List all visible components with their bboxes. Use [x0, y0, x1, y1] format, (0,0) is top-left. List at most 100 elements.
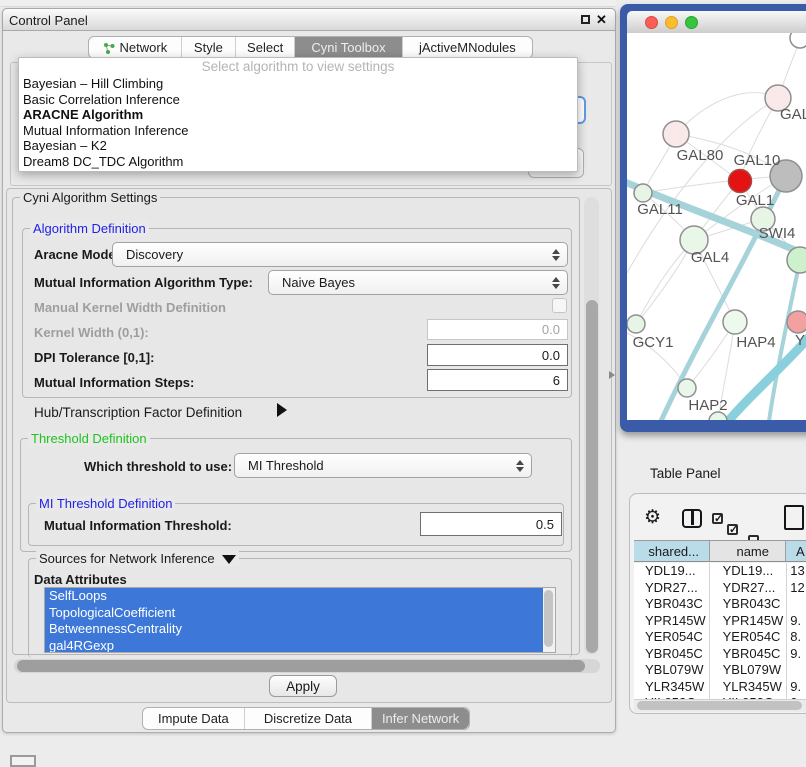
cell: YLR345W	[710, 679, 788, 696]
close-traffic-light[interactable]	[645, 16, 658, 29]
cell: YER054C	[634, 629, 710, 646]
apply-button[interactable]: Apply	[269, 675, 337, 697]
tab-label: Infer Network	[382, 711, 459, 726]
which-threshold-value: MI Threshold	[248, 458, 324, 473]
list-item[interactable]: SelfLoops	[45, 588, 555, 605]
split-columns-icon[interactable]	[682, 509, 702, 528]
algorithm-option[interactable]: ARACNE Algorithm	[19, 107, 577, 123]
tab-infer-network[interactable]: Infer Network	[372, 708, 469, 729]
mi-type-select[interactable]: Naive Bayes	[268, 270, 568, 295]
column-header-label: name	[736, 544, 769, 559]
tab-discretize-data[interactable]: Discretize Data	[245, 708, 372, 729]
network-node[interactable]	[678, 379, 696, 397]
algorithm-option[interactable]: Basic Correlation Inference	[19, 92, 577, 108]
table-row[interactable]: YBR043C YBR043C	[634, 596, 806, 613]
cell	[787, 596, 806, 613]
list-item[interactable]: TopologicalCoefficient	[45, 605, 555, 622]
panel-resize-grip[interactable]	[609, 371, 615, 379]
network-node[interactable]	[627, 315, 645, 333]
tab-select[interactable]: Select	[236, 37, 295, 58]
table-hscrollbar-thumb[interactable]	[637, 701, 802, 710]
column-header-shared-name[interactable]: shared...	[634, 541, 710, 561]
mi-threshold-input[interactable]: 0.5	[420, 512, 562, 536]
algorithm-option[interactable]: Mutual Information Inference	[19, 123, 577, 139]
column-header-name[interactable]: name	[710, 541, 786, 561]
threshold-definition-title: Threshold Definition	[28, 431, 150, 446]
minimize-traffic-light[interactable]	[665, 16, 678, 29]
cell: YDR27...	[710, 580, 788, 597]
network-canvas[interactable]: GAL80 GAL10 GAL11 GAL1 SWI4 GAL4 GCY1 HA…	[627, 33, 806, 420]
table-row[interactable]: YBR045C YBR045C 9.	[634, 646, 806, 663]
sources-group-title[interactable]: Sources for Network Inference	[36, 551, 239, 566]
algorithm-option[interactable]: Dream8 DC_TDC Algorithm	[19, 154, 577, 170]
tab-label: Network	[120, 40, 168, 55]
table-row[interactable]: YDL19... YDL19... 13	[634, 563, 806, 580]
tab-impute-data[interactable]: Impute Data	[143, 708, 245, 729]
zoom-traffic-light[interactable]	[685, 16, 698, 29]
settings-vscrollbar-thumb[interactable]	[586, 300, 598, 653]
minimized-panel-icon[interactable]	[10, 755, 36, 767]
stepper-icon	[516, 460, 524, 472]
cell: YDL19...	[634, 563, 710, 580]
network-node[interactable]	[787, 311, 806, 333]
tab-jactivemnodules[interactable]: jActiveMNodules	[403, 37, 532, 58]
network-node[interactable]	[723, 310, 747, 334]
settings-hscrollbar-thumb[interactable]	[17, 660, 585, 672]
network-node[interactable]	[790, 33, 806, 48]
table-row[interactable]: YBL079W YBL079W	[634, 662, 806, 679]
settings-gear-icon[interactable]: ⚙	[644, 506, 661, 529]
cell: YLR345W	[634, 679, 710, 696]
mi-steps-input[interactable]: 6	[427, 369, 568, 391]
network-node-label: HAP4	[736, 334, 775, 351]
kernel-width-input[interactable]: 0.0	[427, 319, 568, 340]
network-node-label: HAP2	[688, 397, 727, 414]
manual-kernel-checkbox[interactable]	[552, 298, 567, 313]
dpi-tolerance-input[interactable]: 0.0	[427, 344, 568, 366]
cell: 9.	[787, 613, 806, 630]
tab-network[interactable]: Network	[89, 37, 182, 58]
cell: YBL079W	[634, 662, 710, 679]
network-node-label: GAL1	[736, 192, 774, 209]
table-row[interactable]: YDR27... YDR27... 12	[634, 580, 806, 597]
tab-style[interactable]: Style	[182, 37, 236, 58]
list-item[interactable]: BetweennessCentrality	[45, 621, 555, 638]
network-window-titlebar[interactable]	[627, 11, 806, 34]
network-node[interactable]	[787, 247, 806, 273]
network-node-label: SWI4	[759, 225, 796, 242]
aracne-mode-label: Aracne Mode:	[34, 247, 120, 262]
mi-type-value: Naive Bayes	[282, 275, 355, 290]
algorithm-option[interactable]: Bayesian – K2	[19, 138, 577, 154]
stepper-icon	[552, 277, 560, 289]
tab-cyni-toolbox[interactable]: Cyni Toolbox	[295, 37, 403, 58]
expand-right-icon[interactable]	[277, 403, 287, 417]
close-icon[interactable]: ✕	[596, 12, 607, 28]
cell: YBR045C	[634, 646, 710, 663]
which-threshold-select[interactable]: MI Threshold	[234, 453, 532, 478]
network-node[interactable]	[663, 121, 689, 147]
network-node-label: GAL10	[734, 152, 781, 169]
tab-label: Select	[247, 40, 283, 55]
table-row[interactable]: YER054C YER054C 8.	[634, 629, 806, 646]
list-item[interactable]: gal4RGexp	[45, 638, 555, 654]
cell: YER054C	[710, 629, 788, 646]
aracne-mode-select[interactable]: Discovery	[112, 242, 568, 267]
network-node[interactable]	[729, 170, 752, 193]
table-body: YDL19... YDL19... 13 YDR27... YDR27... 1…	[634, 563, 806, 700]
list-scrollbar-thumb[interactable]	[544, 590, 553, 647]
hub-section-label[interactable]: Hub/Transcription Factor Definition	[34, 405, 242, 420]
table-row[interactable]: YPR145W YPR145W 9.	[634, 613, 806, 630]
network-node[interactable]	[634, 184, 652, 202]
dpi-tolerance-label: DPI Tolerance [0,1]:	[34, 350, 154, 365]
show-checked-columns-icon2[interactable]	[727, 524, 738, 535]
column-header-clipped[interactable]: A	[786, 541, 806, 561]
algorithm-option[interactable]: Bayesian – Hill Climbing	[19, 76, 577, 92]
stepper-icon	[552, 249, 560, 261]
aracne-mode-value: Discovery	[126, 247, 183, 262]
collapse-down-icon[interactable]	[222, 555, 236, 564]
float-window-icon[interactable]	[581, 15, 590, 24]
show-checked-columns-icon[interactable]	[712, 513, 723, 524]
control-panel-titlebar	[2, 8, 616, 31]
new-table-icon[interactable]	[784, 505, 804, 530]
mi-threshold-label: Mutual Information Threshold:	[44, 518, 232, 533]
table-row[interactable]: YLR345W YLR345W 9.	[634, 679, 806, 696]
